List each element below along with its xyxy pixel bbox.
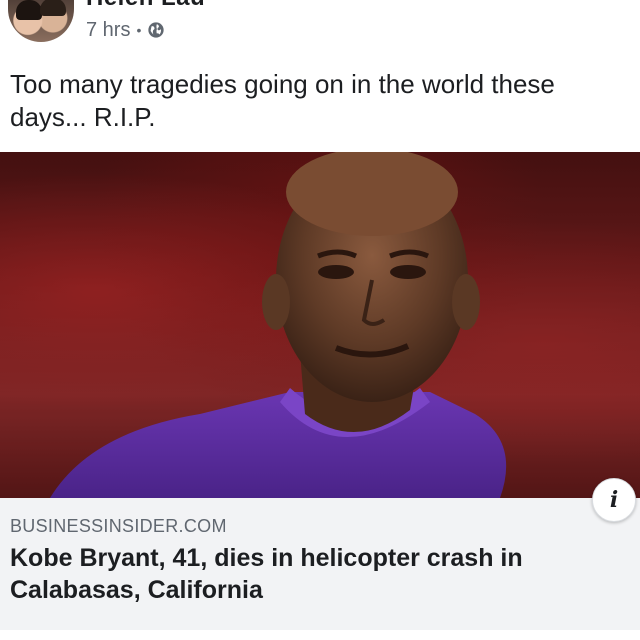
- link-preview-image[interactable]: [0, 152, 640, 498]
- link-title[interactable]: Kobe Bryant, 41, dies in helicopter cras…: [10, 542, 620, 606]
- post-header: Helen Lau 7 hrs •: [0, 0, 640, 60]
- avatar[interactable]: [8, 0, 74, 42]
- link-preview-card[interactable]: BUSINESSINSIDER.COM Kobe Bryant, 41, die…: [0, 498, 640, 630]
- player-photo: [0, 152, 640, 498]
- post-text: Too many tragedies going on in the world…: [10, 69, 555, 132]
- globe-icon[interactable]: [147, 21, 165, 39]
- post-bottom-edge: [0, 630, 640, 640]
- link-domain: BUSINESSINSIDER.COM: [10, 516, 227, 536]
- meta-separator: •: [136, 22, 142, 38]
- post-timestamp[interactable]: 7 hrs: [86, 19, 130, 42]
- info-button[interactable]: i: [592, 478, 636, 522]
- post-meta: 7 hrs •: [86, 18, 165, 42]
- info-icon: i: [609, 487, 619, 513]
- author-name[interactable]: Helen Lau: [86, 0, 205, 12]
